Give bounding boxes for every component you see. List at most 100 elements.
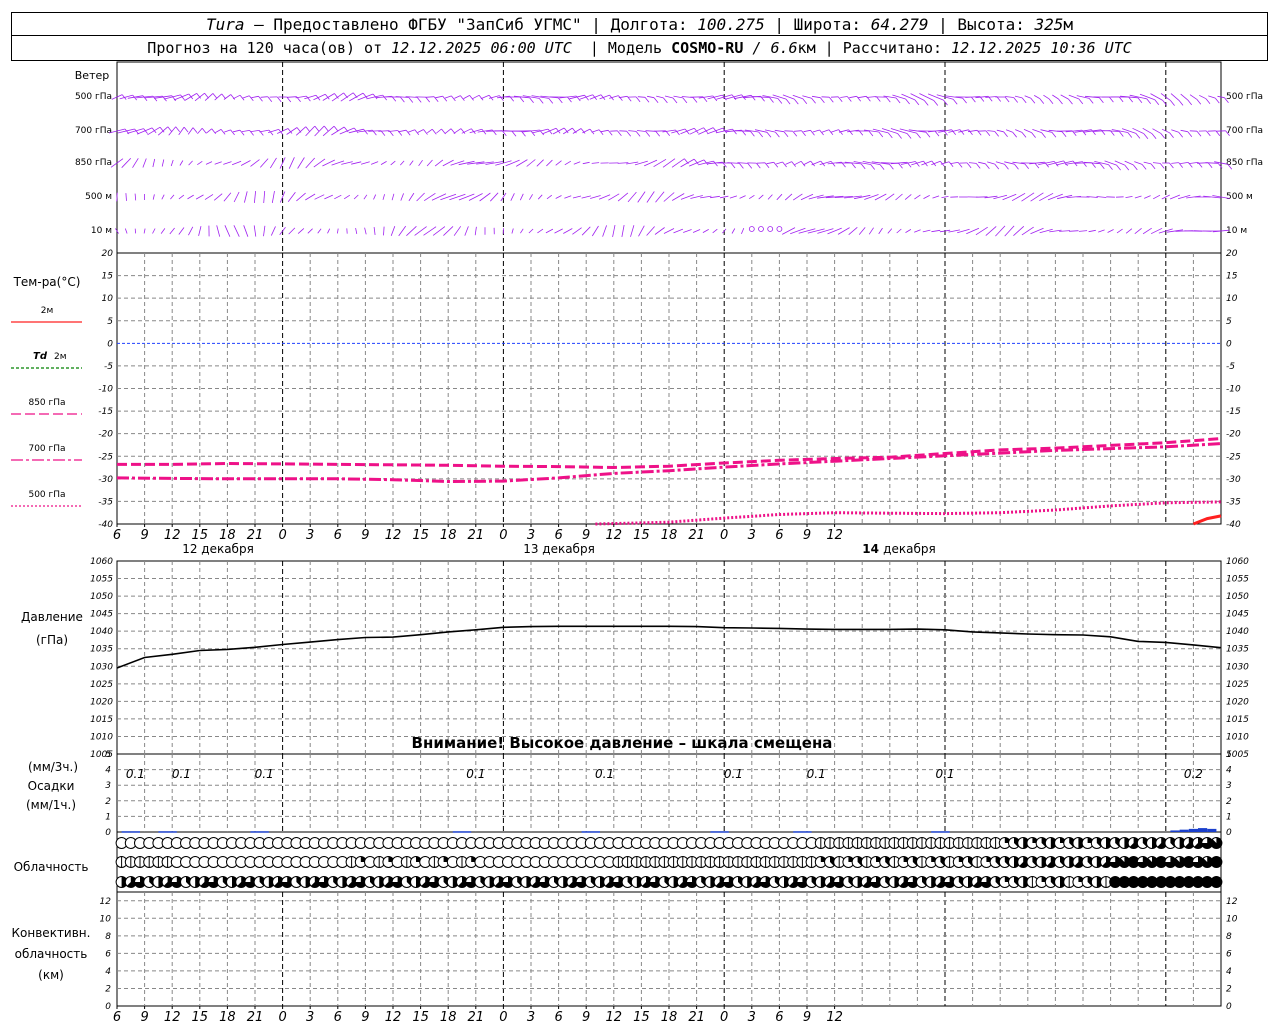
precip-bar	[719, 831, 729, 833]
conv-tick-label-right: 0	[1226, 1002, 1232, 1012]
wind-barb	[563, 228, 573, 234]
wind-barb	[450, 160, 465, 166]
wind-barb	[223, 94, 232, 100]
wind-barb	[370, 161, 379, 165]
wind-barb	[546, 194, 553, 200]
pressure-tick-label-left: 1015	[90, 715, 113, 725]
temp-x-tick-label: 6	[334, 528, 342, 543]
wind-barb	[542, 127, 557, 135]
conv-tick-label-left: 8	[105, 932, 111, 942]
wind-barb	[617, 192, 629, 202]
wind-barb	[233, 129, 241, 133]
wind-barb	[263, 225, 266, 237]
wind-barb	[449, 193, 466, 201]
wind-barb-feather	[618, 95, 623, 101]
precip-bar	[940, 831, 950, 833]
wind-barb	[214, 161, 222, 165]
wind-barb-feather	[750, 131, 755, 137]
wind-barb	[242, 95, 250, 99]
wind-barb	[630, 225, 635, 237]
precip-value-label: 0.1	[595, 767, 614, 781]
wind-barb	[554, 228, 563, 234]
wind-barb	[179, 160, 184, 166]
wind-barb-feather	[1061, 131, 1067, 137]
temp-x-tick-label: 15	[412, 528, 429, 543]
wind-barb	[767, 194, 773, 200]
precip-bar	[581, 831, 591, 833]
wind-barb	[398, 225, 407, 237]
precip-value-label: 0.1	[807, 767, 826, 781]
wind-barb	[529, 194, 533, 200]
precip-tick-label-left: 2	[105, 797, 111, 807]
wind-barb	[334, 194, 342, 200]
wind-level-label-left: 700 гПа	[75, 126, 112, 136]
pressure-tick-label-right: 1010	[1226, 732, 1249, 742]
wind-barb	[739, 195, 746, 199]
wind-barb	[490, 192, 499, 202]
wind-barb	[364, 227, 367, 235]
pressure-panel-title: Давление	[21, 610, 83, 624]
precip-bar	[1188, 828, 1198, 832]
wind-barb	[157, 126, 169, 136]
wind-barb	[431, 193, 447, 201]
wind-barb-feather	[820, 97, 825, 103]
wind-barb	[170, 194, 175, 200]
wind-barb	[331, 126, 345, 136]
wind-barb	[680, 194, 694, 200]
wind-barb-feather	[1021, 97, 1027, 104]
wind-barb-feather	[952, 98, 958, 105]
wind-barb	[1116, 228, 1123, 234]
wind-barb	[1004, 225, 1015, 237]
wind-barb-feather	[645, 131, 651, 137]
precip-value-label: 0.1	[724, 767, 743, 781]
wind-barb	[792, 193, 803, 201]
wind-barb	[656, 95, 664, 99]
wind-barb	[914, 229, 921, 233]
wind-barb	[187, 127, 194, 135]
wind-barb	[634, 160, 648, 166]
temp-tick-label-right: 0	[1226, 339, 1232, 349]
wind-barb	[600, 129, 609, 133]
wind-barb-feather	[851, 162, 856, 169]
wind-barb	[1180, 162, 1189, 164]
legend-label: 500 гПа	[28, 490, 65, 500]
conv-tick-label-right: 6	[1226, 949, 1232, 959]
wind-barb	[1011, 192, 1026, 202]
wind-barb	[305, 157, 315, 169]
wind-barb	[904, 194, 912, 200]
wind-barb	[1107, 229, 1114, 233]
wind-barb	[454, 95, 461, 99]
wind-barb	[646, 191, 655, 203]
wind-barb	[892, 94, 906, 100]
conv-panel-title: Конвективн.	[12, 926, 91, 940]
precip-bar	[1170, 830, 1180, 832]
wind-level-label-left: 500 м	[85, 192, 112, 202]
wind-level-label-right: 500 м	[1226, 192, 1253, 202]
wind-barb	[654, 227, 665, 235]
wind-barb	[1060, 94, 1069, 100]
wind-barb	[168, 126, 177, 136]
wind-barb	[380, 161, 387, 165]
wind-barb	[618, 95, 628, 99]
wind-barb	[794, 160, 802, 166]
temp-x-tick-label: 3	[527, 528, 535, 543]
temp-x-tick-label: 9	[140, 528, 148, 543]
wind-barb	[250, 130, 260, 132]
wind-barb	[254, 191, 256, 203]
wind-barb	[1043, 94, 1050, 100]
wind-barb-feather	[431, 128, 437, 135]
bottom-x-tick-label: 0	[720, 1010, 728, 1024]
temp-legend-item: 700 гПа	[11, 444, 82, 461]
wind-barb-feather	[1013, 97, 1019, 103]
wind-level-label-right: 700 гПа	[1226, 126, 1263, 136]
wind-barb-feather	[773, 162, 779, 168]
wind-barb	[216, 225, 221, 237]
wind-barb	[803, 160, 811, 166]
wind-barb	[231, 160, 242, 166]
wind-barb	[143, 228, 146, 234]
wind-barb	[296, 192, 306, 202]
wind-barb	[637, 191, 646, 203]
wind-barb-feather	[248, 95, 254, 102]
pressure-tick-label-left: 1010	[90, 732, 113, 742]
wind-barb	[391, 193, 395, 201]
